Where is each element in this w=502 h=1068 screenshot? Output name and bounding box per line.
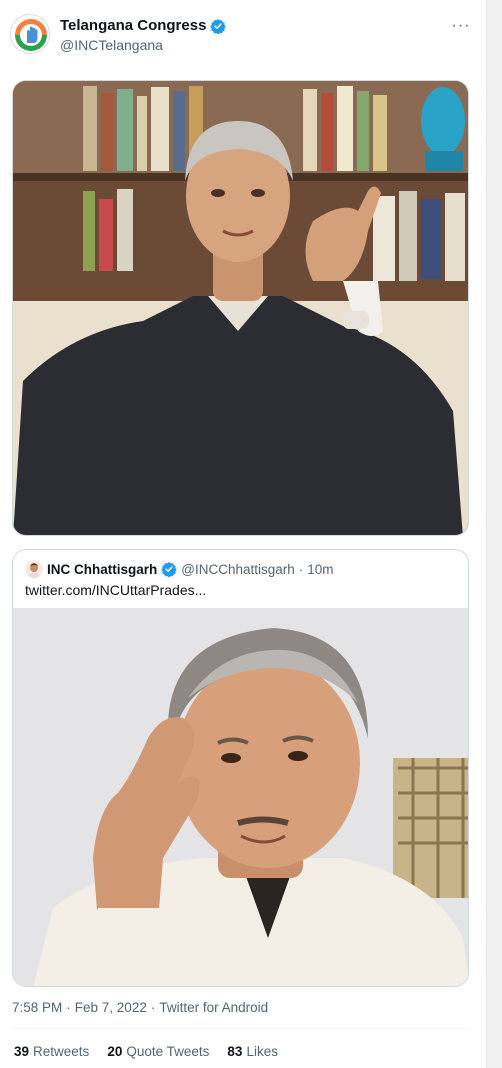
likes-count: 83: [227, 1044, 243, 1059]
photo-man-smiling: [13, 608, 468, 986]
divider: [12, 1028, 469, 1029]
retweets-stat[interactable]: 39 Retweets: [14, 1044, 89, 1059]
more-options-button[interactable]: ···: [450, 16, 472, 36]
author-names: Telangana Congress @INCTelangana: [60, 17, 227, 55]
congress-hand-logo-icon: [12, 16, 49, 53]
photo-man-gesturing: [13, 81, 468, 535]
quote-tweets-count: 20: [107, 1044, 123, 1059]
likes-stat[interactable]: 83 Likes: [227, 1044, 278, 1059]
engagement-stats: 39 Retweets 20 Quote Tweets 83 Likes: [14, 1044, 278, 1059]
tweet-photo[interactable]: [12, 80, 469, 536]
quoted-photo[interactable]: [13, 608, 468, 986]
quote-tweets-label: Quote Tweets: [126, 1044, 210, 1059]
author-avatar[interactable]: [10, 14, 50, 54]
tweet-time[interactable]: 7:58 PM: [12, 1000, 62, 1015]
quoted-time: 10m: [307, 561, 334, 577]
quoted-tweet[interactable]: INC Chhattisgarh @INCChhattisgarh · 10m …: [12, 549, 469, 987]
author-display-name[interactable]: Telangana Congress: [60, 17, 206, 35]
quoted-avatar: [25, 560, 43, 578]
likes-label: Likes: [246, 1044, 278, 1059]
retweets-count: 39: [14, 1044, 30, 1059]
quoted-handle: @INCChhattisgarh: [181, 561, 295, 577]
meta-separator: ·: [150, 1000, 156, 1015]
avatar-person-icon: [25, 560, 43, 578]
more-options-icon: ···: [451, 17, 471, 34]
quote-tweets-stat[interactable]: 20 Quote Tweets: [107, 1044, 209, 1059]
author-handle[interactable]: @INCTelangana: [60, 35, 226, 55]
tweet-source: Twitter for Android: [159, 1000, 269, 1015]
tweet-header: Telangana Congress @INCTelangana ···: [10, 14, 476, 58]
verified-badge-icon: [210, 19, 227, 34]
tweet-date[interactable]: Feb 7, 2022: [75, 1000, 147, 1015]
scrollbar[interactable]: [486, 0, 502, 1068]
quoted-link-text[interactable]: twitter.com/INCUttarPrades...: [25, 581, 206, 599]
quoted-tweet-header: INC Chhattisgarh @INCChhattisgarh · 10m: [25, 560, 334, 578]
quoted-separator: ·: [298, 561, 304, 577]
retweets-label: Retweets: [33, 1044, 90, 1059]
tweet-meta: 7:58 PM · Feb 7, 2022 · Twitter for Andr…: [12, 1000, 268, 1015]
meta-separator: ·: [66, 1000, 71, 1015]
tweet-card: Telangana Congress @INCTelangana ··· INC…: [0, 0, 486, 1068]
verified-badge-icon: [161, 562, 177, 577]
quoted-display-name: INC Chhattisgarh: [47, 561, 158, 577]
